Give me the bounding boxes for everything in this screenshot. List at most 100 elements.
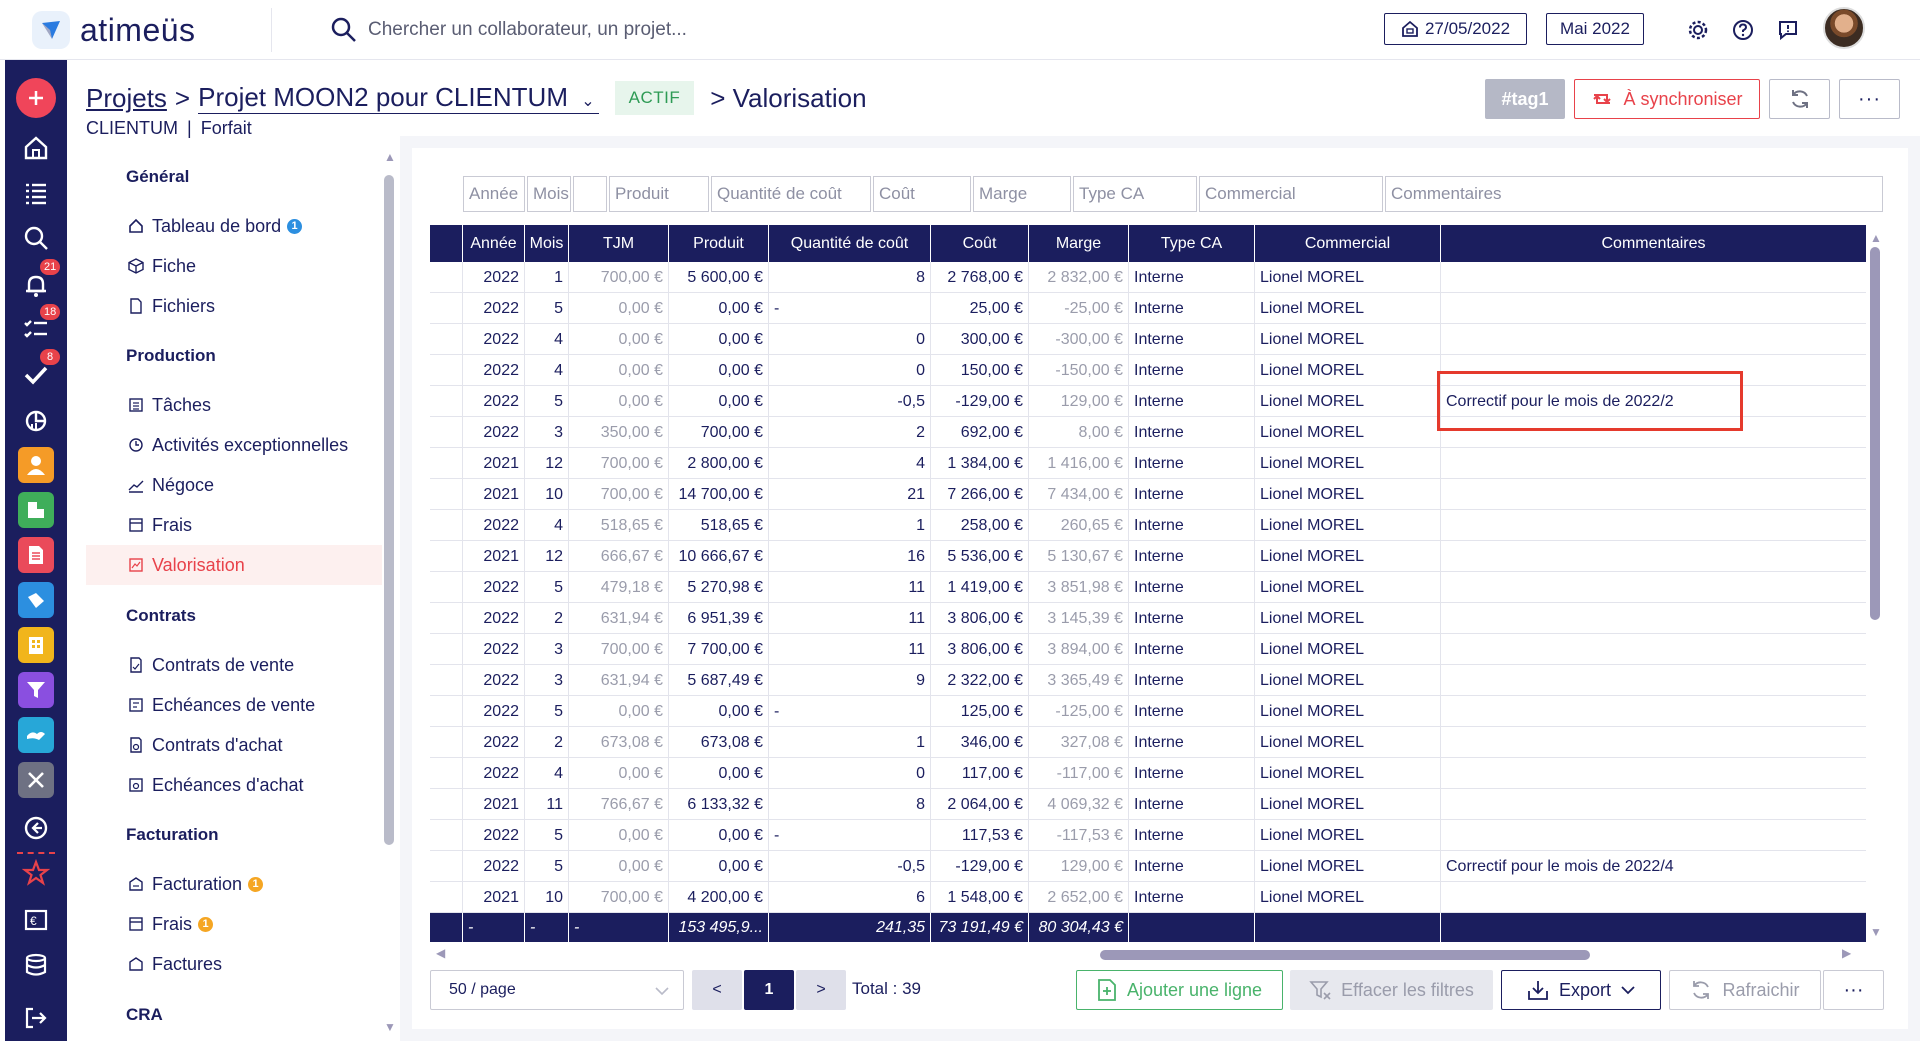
cell-marge[interactable]: 4 069,32 € [1029, 789, 1129, 820]
table-row[interactable]: 2022 4 518,65 €518,65 €1 258,00 €260,65 € In… [430, 510, 1866, 541]
cell-tjm[interactable]: 0,00 € [569, 355, 669, 386]
table-row[interactable]: 2021 12 700,00 €2 800,00 €4 1 384,00 €1 416… [430, 448, 1866, 479]
export-button[interactable]: Export [1501, 970, 1661, 1010]
cell-produit[interactable]: 700,00 € [669, 417, 769, 448]
cell-cout[interactable]: 7 266,00 € [931, 479, 1029, 510]
cell-commentaires[interactable] [1441, 324, 1866, 355]
header-annee[interactable]: Année [463, 225, 525, 262]
cell-commentaires[interactable] [1441, 634, 1866, 665]
filter-tjm[interactable] [573, 176, 607, 212]
cell-cout[interactable]: 1 548,00 € [931, 882, 1029, 913]
table-row[interactable]: 2021 10 700,00 €4 200,00 €6 1 548,00 €2 652… [430, 882, 1866, 913]
database-icon[interactable] [14, 945, 58, 985]
table-row[interactable]: 2022 5 0,00 €0,00 € -117,53 € -117,53 € Inter… [430, 820, 1866, 851]
cell-tjm[interactable]: 0,00 € [569, 758, 669, 789]
nav-item-echeances-achat[interactable]: Echéances d'achat [86, 765, 382, 805]
cell-type-ca[interactable]: Interne [1129, 510, 1255, 541]
notifications-bell-icon[interactable]: 21 [14, 259, 61, 305]
nav-item-taches[interactable]: Tâches [86, 385, 382, 425]
header-cout[interactable]: Coût [931, 225, 1029, 262]
nav-item-echeances-vente[interactable]: Echéances de vente [86, 685, 382, 725]
handshake-module-icon[interactable] [14, 715, 58, 755]
cell-produit[interactable]: 0,00 € [669, 293, 769, 324]
cell-quantite[interactable]: 9 [769, 665, 931, 696]
date-button[interactable]: 27/05/2022 [1384, 13, 1527, 45]
cell-annee[interactable]: 2022 [463, 634, 525, 665]
cell-produit[interactable]: 6 951,39 € [669, 603, 769, 634]
nav-item-frais-facturation[interactable]: Frais 1 [86, 904, 382, 944]
filter-commercial[interactable]: Commercial [1199, 176, 1383, 212]
cell-cout[interactable]: 3 806,00 € [931, 603, 1029, 634]
cell-type-ca[interactable]: Interne [1129, 820, 1255, 851]
more-actions-button[interactable]: ··· [1823, 970, 1884, 1010]
cell-type-ca[interactable]: Interne [1129, 262, 1255, 293]
cell-commentaires[interactable]: Correctif pour le mois de 2022/4 [1441, 851, 1866, 882]
cell-commentaires[interactable] [1441, 758, 1866, 789]
cell-marge[interactable]: 327,08 € [1029, 727, 1129, 758]
cell-commercial[interactable]: Lionel MOREL [1255, 758, 1441, 789]
cell-annee[interactable]: 2022 [463, 572, 525, 603]
cell-quantite[interactable]: 6 [769, 882, 931, 913]
cell-produit[interactable]: 10 666,67 € [669, 541, 769, 572]
cell-type-ca[interactable]: Interne [1129, 789, 1255, 820]
refresh-header-button[interactable] [1769, 79, 1830, 119]
table-row[interactable]: 2022 4 0,00 €0,00 €0 300,00 € -300,00 € Inter… [430, 324, 1866, 355]
cell-annee[interactable]: 2022 [463, 510, 525, 541]
nav-item-factures[interactable]: Factures [86, 944, 382, 984]
cell-produit[interactable]: 5 600,00 € [669, 262, 769, 293]
cell-tjm[interactable]: 700,00 € [569, 448, 669, 479]
table-row[interactable]: 2022 2 631,94 €6 951,39 €11 3 806,00 €3 145… [430, 603, 1866, 634]
cell-produit[interactable]: 5 687,49 € [669, 665, 769, 696]
cell-cout[interactable]: 692,00 € [931, 417, 1029, 448]
cell-produit[interactable]: 0,00 € [669, 820, 769, 851]
cell-mois[interactable]: 11 [525, 789, 569, 820]
cell-type-ca[interactable]: Interne [1129, 882, 1255, 913]
cell-marge[interactable]: 2 832,00 € [1029, 262, 1129, 293]
cell-commercial[interactable]: Lionel MOREL [1255, 448, 1441, 479]
cell-quantite[interactable]: -0,5 [769, 851, 931, 882]
cell-annee[interactable]: 2022 [463, 603, 525, 634]
cell-type-ca[interactable]: Interne [1129, 603, 1255, 634]
cell-type-ca[interactable]: Interne [1129, 758, 1255, 789]
nav-item-valorisation[interactable]: Valorisation [86, 545, 382, 585]
cell-quantite[interactable]: 8 [769, 789, 931, 820]
nav-item-negoce[interactable]: Négoce [86, 465, 382, 505]
cell-marge[interactable]: 7 434,00 € [1029, 479, 1129, 510]
cell-produit[interactable]: 14 700,00 € [669, 479, 769, 510]
cell-quantite[interactable]: 16 [769, 541, 931, 572]
nav-scroll-thumb[interactable] [384, 175, 394, 845]
cell-tjm[interactable]: 666,67 € [569, 541, 669, 572]
dashboard-chart-icon[interactable] [14, 400, 58, 440]
cell-annee[interactable]: 2022 [463, 758, 525, 789]
cell-annee[interactable]: 2022 [463, 696, 525, 727]
cell-cout[interactable]: 1 419,00 € [931, 572, 1029, 603]
cell-commentaires[interactable] [1441, 789, 1866, 820]
clear-filters-button[interactable]: Effacer les filtres [1290, 970, 1493, 1010]
cell-commentaires[interactable] [1441, 541, 1866, 572]
cell-tjm[interactable]: 700,00 € [569, 882, 669, 913]
cell-commercial[interactable]: Lionel MOREL [1255, 417, 1441, 448]
breadcrumb-projects-link[interactable]: Projets [86, 83, 167, 114]
cell-mois[interactable]: 5 [525, 293, 569, 324]
grid-hscroll-thumb[interactable] [1100, 950, 1590, 960]
next-page-button[interactable]: > [796, 970, 846, 1010]
feedback-icon[interactable] [1774, 16, 1802, 44]
page-number-button[interactable]: 1 [744, 970, 794, 1010]
cell-type-ca[interactable]: Interne [1129, 355, 1255, 386]
cell-commentaires[interactable] [1441, 510, 1866, 541]
cell-annee[interactable]: 2021 [463, 448, 525, 479]
cell-cout[interactable]: -129,00 € [931, 851, 1029, 882]
cell-produit[interactable]: 2 800,00 € [669, 448, 769, 479]
filter-produit[interactable]: Produit [609, 176, 709, 212]
cell-produit[interactable]: 518,65 € [669, 510, 769, 541]
cell-tjm[interactable]: 631,94 € [569, 603, 669, 634]
cell-marge[interactable]: 3 365,49 € [1029, 665, 1129, 696]
cell-type-ca[interactable]: Interne [1129, 634, 1255, 665]
cell-cout[interactable]: 25,00 € [931, 293, 1029, 324]
cell-mois[interactable]: 10 [525, 479, 569, 510]
month-button[interactable]: Mai 2022 [1546, 13, 1644, 45]
scroll-right-arrow-icon[interactable]: ▶ [1842, 946, 1851, 960]
cell-commercial[interactable]: Lionel MOREL [1255, 355, 1441, 386]
cell-mois[interactable]: 5 [525, 572, 569, 603]
cell-commercial[interactable]: Lionel MOREL [1255, 541, 1441, 572]
